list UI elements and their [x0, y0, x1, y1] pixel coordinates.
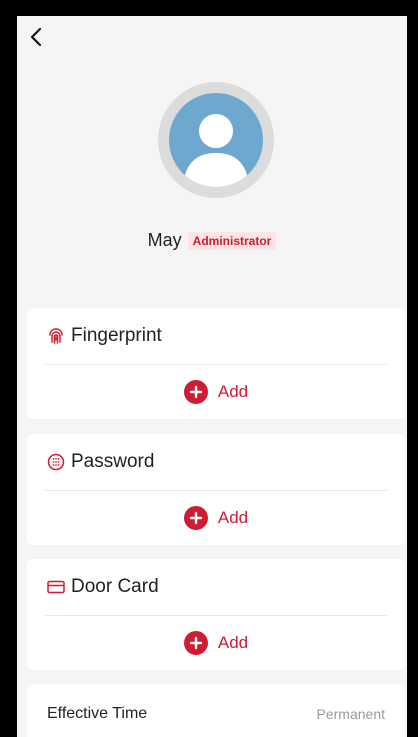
- door-card-header: Door Card: [27, 559, 405, 615]
- add-label: Add: [217, 382, 249, 401]
- password-card: Password Add: [27, 434, 405, 545]
- effective-time-row[interactable]: Effective Time Permanent: [27, 684, 405, 737]
- fingerprint-label: Fingerprint: [71, 325, 162, 346]
- back-button[interactable]: [21, 22, 51, 52]
- plus-icon: [183, 631, 208, 655]
- add-door-card-button[interactable]: Add: [27, 616, 405, 670]
- fingerprint-card: Fingerprint Add: [27, 308, 405, 419]
- user-name: May: [147, 230, 182, 250]
- role-badge: Administrator: [187, 231, 277, 250]
- add-fingerprint-button[interactable]: Add: [27, 365, 405, 419]
- add-label: Add: [217, 633, 249, 652]
- chevron-left-icon: [30, 27, 42, 47]
- user-name-row: May Administrator: [17, 230, 407, 251]
- card-icon: [47, 580, 65, 594]
- plus-icon: [183, 380, 208, 404]
- avatar-image: [169, 93, 263, 187]
- add-label: Add: [217, 508, 249, 527]
- add-password-button[interactable]: Add: [27, 491, 405, 545]
- effective-time-label: Effective Time: [47, 705, 148, 722]
- door-card-label: Door Card: [71, 576, 159, 597]
- user-detail-screen: May Administrator Fingerprint Add Passwo…: [17, 16, 407, 737]
- keypad-icon: [47, 453, 65, 471]
- effective-time-value: Permanent: [316, 706, 385, 722]
- plus-icon: [183, 506, 208, 530]
- door-card-card: Door Card Add: [27, 559, 405, 670]
- fingerprint-icon: [49, 328, 63, 344]
- fingerprint-header: Fingerprint: [27, 308, 405, 364]
- avatar: [158, 82, 274, 198]
- password-header: Password: [27, 434, 405, 490]
- password-label: Password: [71, 451, 155, 472]
- user-silhouette-icon: [183, 114, 249, 187]
